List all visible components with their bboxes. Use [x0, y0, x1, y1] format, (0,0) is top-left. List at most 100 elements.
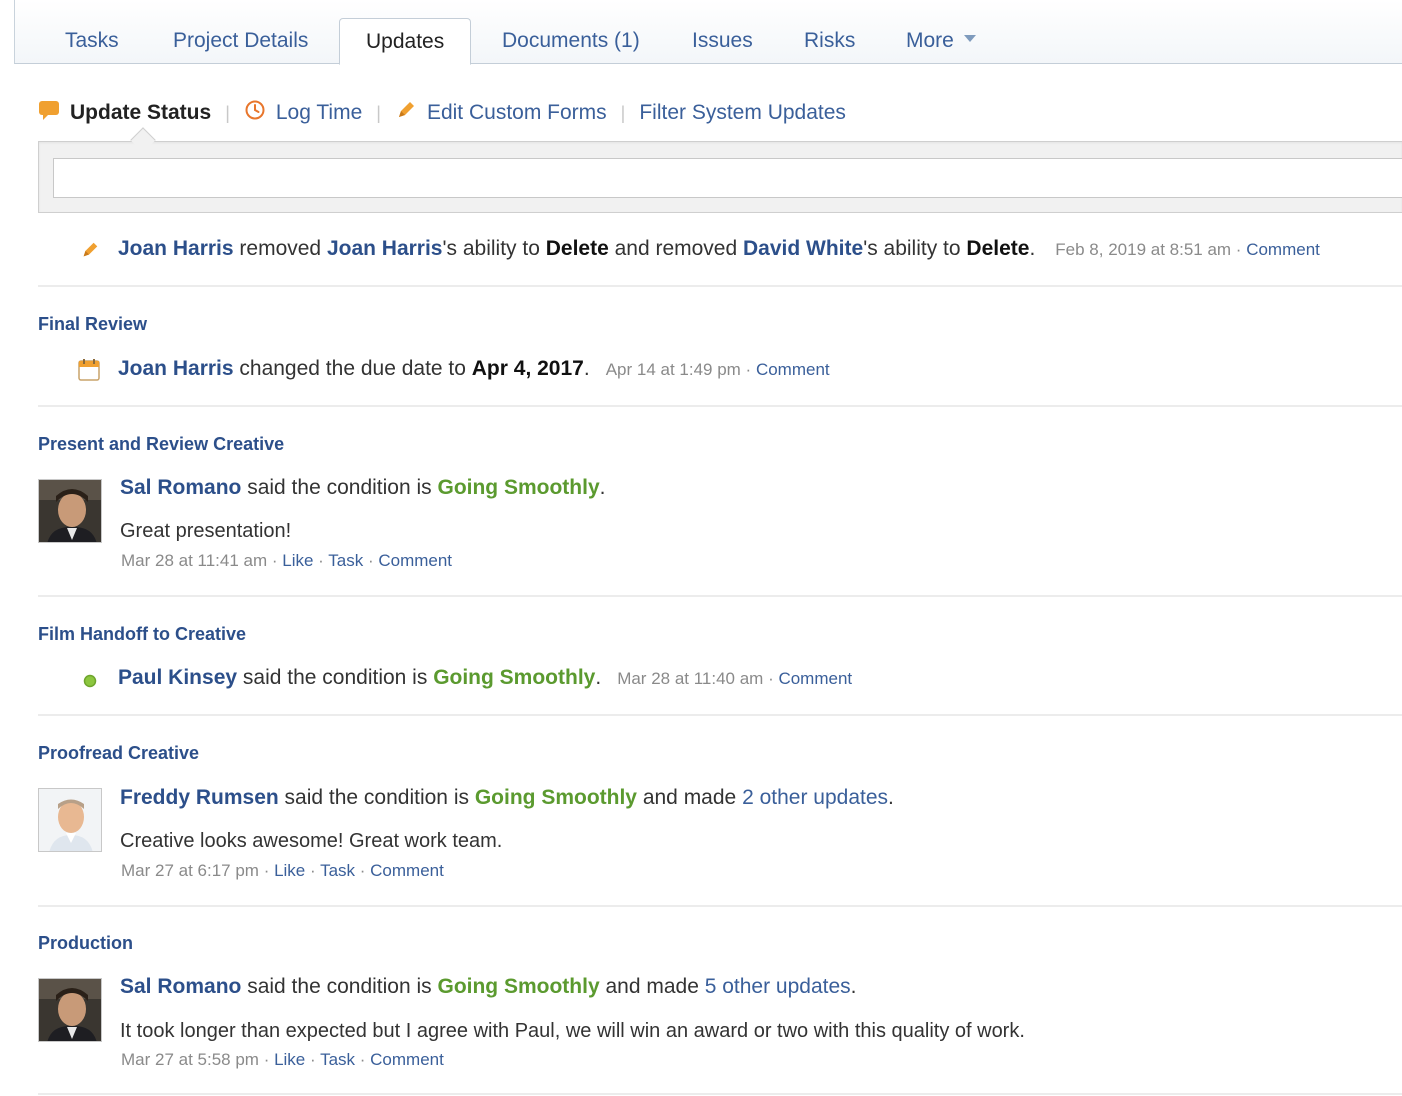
toolbar-separator: |: [620, 102, 626, 123]
user-link[interactable]: Sal Romano: [120, 476, 241, 499]
chevron-down-icon: [963, 34, 976, 42]
tab-project-details[interactable]: Project Details: [173, 18, 308, 64]
meta-separator: ·: [355, 861, 371, 880]
timestamp: Feb 8, 2019 at 8:51 am: [1055, 240, 1232, 259]
update-text: .: [583, 357, 590, 380]
update-text: removed: [233, 237, 327, 260]
filter-system-updates-button[interactable]: Filter System Updates: [639, 101, 846, 125]
update-text: and removed: [608, 237, 743, 260]
task-title-link[interactable]: Production: [38, 933, 133, 954]
filter-system-updates-label: Filter System Updates: [639, 101, 846, 124]
log-time-button[interactable]: Log Time: [244, 99, 362, 127]
log-time-label: Log Time: [275, 101, 363, 124]
pencil-icon: [80, 240, 100, 265]
timestamp: Apr 14 at 1:49 pm: [605, 360, 741, 379]
other-updates-link[interactable]: 2 other updates: [742, 786, 888, 809]
update-text: .: [1029, 237, 1036, 260]
other-updates-link[interactable]: 5 other updates: [705, 975, 851, 998]
user-link[interactable]: Freddy Rumsen: [120, 786, 279, 809]
meta-separator: ·: [258, 861, 275, 880]
edit-custom-forms-button[interactable]: Edit Custom Forms: [395, 99, 607, 127]
avatar[interactable]: [38, 479, 102, 543]
update-status-button[interactable]: Update Status: [38, 99, 211, 127]
permission-name: Delete: [545, 237, 609, 260]
update-meta: Mar 28 at 11:41 am · Like · Task · Comme…: [121, 551, 452, 571]
meta-separator: ·: [267, 551, 283, 570]
user-link[interactable]: Joan Harris: [118, 357, 234, 380]
task-link[interactable]: Task: [320, 861, 355, 880]
avatar[interactable]: [38, 788, 102, 852]
meta-separator: ·: [313, 551, 329, 570]
tab-more[interactable]: More: [906, 18, 976, 64]
user-link[interactable]: Joan Harris: [327, 237, 443, 260]
divider: [38, 595, 1402, 597]
meta-separator: ·: [740, 360, 756, 379]
update-message: Creative looks awesome! Great work team.: [120, 830, 503, 852]
timestamp: Mar 28 at 11:41 am: [121, 551, 268, 570]
comment-link[interactable]: Comment: [370, 1050, 444, 1069]
condition-status: Going Smoothly: [433, 666, 596, 689]
like-link[interactable]: Like: [274, 1050, 305, 1069]
like-link[interactable]: Like: [282, 551, 313, 570]
condition-status: Going Smoothly: [474, 786, 637, 809]
task-title-link[interactable]: Film Handoff to Creative: [38, 624, 246, 645]
meta-separator: ·: [763, 669, 779, 688]
like-link[interactable]: Like: [274, 861, 305, 880]
update-text: changed the due date to: [233, 357, 472, 380]
meta-separator: ·: [355, 1050, 371, 1069]
update-text: .: [599, 476, 606, 499]
task-title-link[interactable]: Final Review: [38, 314, 147, 335]
update-text: said the condition is: [278, 786, 475, 809]
task-title-link[interactable]: Proofread Creative: [38, 743, 199, 764]
update-entry-due-date: Joan Harris changed the due date to Apr …: [118, 357, 830, 381]
tab-updates[interactable]: Updates: [339, 18, 472, 65]
update-input[interactable]: [53, 158, 1402, 198]
update-entry-permissions: Joan Harris removed Joan Harris's abilit…: [118, 237, 1320, 261]
update-status-label: Update Status: [70, 101, 212, 124]
toolbar-separator: |: [225, 102, 230, 123]
task-title-link[interactable]: Present and Review Creative: [38, 434, 284, 455]
tab-documents[interactable]: Documents (1): [502, 18, 640, 64]
update-message: It took longer than expected but I agree…: [120, 1020, 1025, 1042]
comment-link[interactable]: Comment: [378, 551, 452, 570]
timestamp: Mar 28 at 11:40 am: [617, 669, 764, 688]
task-link[interactable]: Task: [320, 1050, 355, 1069]
meta-separator: ·: [258, 1050, 275, 1069]
tab-risks[interactable]: Risks: [804, 18, 855, 64]
calendar-icon: [78, 359, 100, 386]
comment-link[interactable]: Comment: [1246, 240, 1320, 259]
update-text: 's ability to: [863, 237, 967, 260]
user-link[interactable]: David White: [743, 237, 863, 260]
timestamp: Mar 27 at 5:58 pm: [121, 1050, 259, 1069]
user-link[interactable]: Paul Kinsey: [118, 666, 237, 689]
update-toolbar: Update Status | Log Time | Edit Custom F…: [38, 96, 846, 130]
update-meta: Mar 27 at 5:58 pm · Like · Task · Commen…: [121, 1050, 444, 1070]
toolbar-separator: |: [376, 102, 381, 123]
comment-link[interactable]: Comment: [370, 861, 444, 880]
avatar[interactable]: [38, 978, 102, 1042]
tab-more-label: More: [906, 29, 954, 52]
update-text: .: [595, 666, 602, 689]
task-link[interactable]: Task: [328, 551, 363, 570]
comment-link[interactable]: Comment: [778, 669, 852, 688]
update-text: said the condition is: [241, 975, 438, 998]
comment-link[interactable]: Comment: [756, 360, 830, 379]
divider: [38, 714, 1402, 716]
user-link[interactable]: Joan Harris: [118, 237, 234, 260]
user-link[interactable]: Sal Romano: [120, 975, 241, 998]
timestamp: Mar 27 at 6:17 pm: [121, 861, 259, 880]
update-entry-condition: Freddy Rumsen said the condition is Goin…: [120, 786, 894, 810]
tab-tasks[interactable]: Tasks: [65, 18, 119, 64]
update-text: said the condition is: [241, 476, 438, 499]
permission-name: Delete: [966, 237, 1030, 260]
divider: [38, 285, 1402, 287]
divider: [38, 405, 1402, 407]
update-message: Great presentation!: [120, 520, 292, 542]
due-date: Apr 4, 2017: [471, 357, 584, 380]
meta-separator: ·: [363, 551, 379, 570]
update-text: 's ability to: [442, 237, 546, 260]
divider: [38, 905, 1402, 907]
tab-issues[interactable]: Issues: [692, 18, 753, 64]
tab-bar: Tasks Project Details Updates Documents …: [14, 0, 1402, 65]
condition-status: Going Smoothly: [437, 476, 600, 499]
